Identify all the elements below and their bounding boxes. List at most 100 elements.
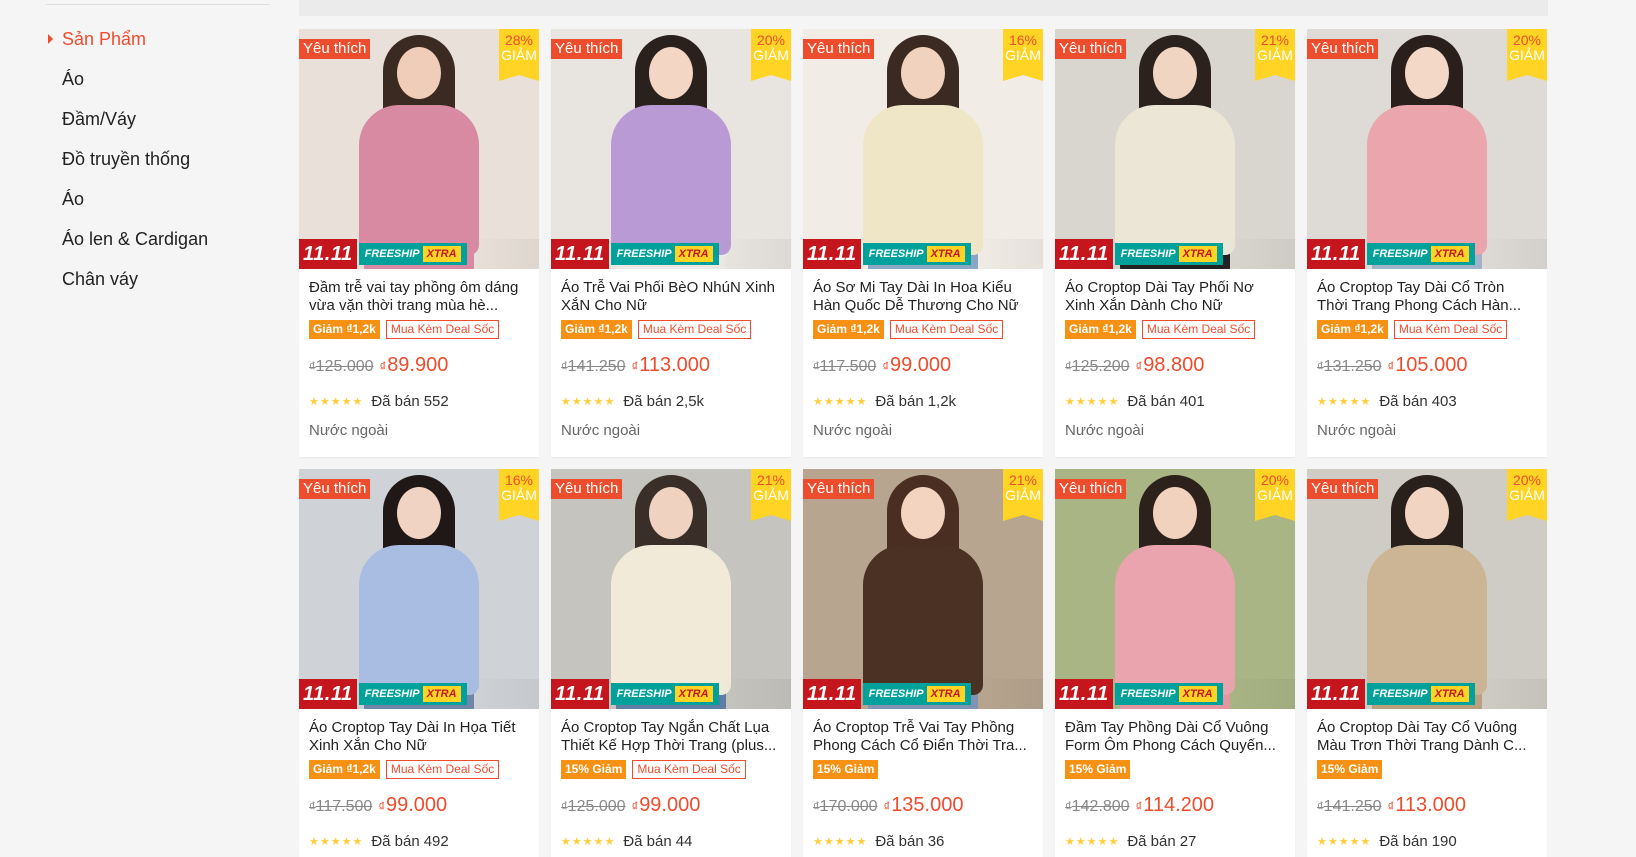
sidebar-item-1[interactable]: Áo	[46, 59, 276, 99]
freeship-label: FREESHIP	[868, 248, 924, 260]
sale-price-value: 113.000	[1395, 794, 1466, 816]
sale-price-value: 105.000	[1395, 354, 1468, 376]
promo-banner: 11.11 FREESHIP XTRA	[1307, 679, 1547, 709]
original-price-value: 125.000	[315, 358, 374, 375]
discount-badge: 20% GIẢM	[751, 29, 791, 81]
deal-tag: Mua Kèm Deal Sốc	[1393, 320, 1508, 339]
sold-count: 1,2k	[927, 392, 957, 410]
product-image[interactable]: Yêu thích 21% GIẢM 11.11 FREESHIP XTRA	[1055, 29, 1295, 269]
model-top	[863, 105, 983, 255]
product-info: Áo Croptop Tay Ngắn Chất Lụa Thiết Kế Hợ…	[551, 709, 791, 850]
product-tags: 15% Giảm	[813, 760, 1033, 780]
sort-bar	[299, 0, 1548, 16]
product-title[interactable]: Áo Croptop Dài Tay Phối Nơ Xinh Xắn Dành…	[1065, 279, 1285, 315]
favorite-badge: Yêu thích	[1307, 39, 1379, 59]
product-card[interactable]: Yêu thích 20% GIẢM 11.11 FREESHIP XTRA Áo Trễ …	[551, 29, 791, 457]
model-top	[1367, 105, 1487, 255]
product-card[interactable]: Yêu thích 20% GIẢM 11.11 FREESHIP XTRA Áo Crop…	[1307, 29, 1547, 457]
product-card[interactable]: Yêu thích 21% GIẢM 11.11 FREESHIP XTRA Áo Crop…	[551, 469, 791, 857]
product-image[interactable]: Yêu thích 16% GIẢM 11.11 FREESHIP XTRA	[803, 29, 1043, 269]
sold-label: Đã bán	[623, 392, 672, 410]
discount-badge: 16% GIẢM	[1003, 29, 1043, 81]
sidebar-item-5[interactable]: Áo len & Cardigan	[46, 219, 276, 259]
currency-symbol: ₫	[1317, 799, 1324, 814]
discount-badge: 20% GIẢM	[1507, 469, 1547, 521]
discount-label: GIẢM	[753, 47, 789, 63]
price-row: ₫131.250 ₫105.000	[1317, 354, 1537, 378]
product-tags: 15% Giảm	[1065, 760, 1285, 780]
rating-row: ★★★★★ Đã bán 401	[1065, 392, 1285, 410]
product-image[interactable]: Yêu thích 28% GIẢM 11.11 FREESHIP XTRA	[299, 29, 539, 269]
freeship-xtra-badge: FREESHIP XTRA	[358, 683, 467, 705]
sidebar-item-3[interactable]: Đồ truyền thống	[46, 139, 276, 179]
discount-percent: 21%	[1260, 32, 1290, 48]
sidebar-item-6[interactable]: Chân váy	[46, 259, 276, 299]
original-price: ₫131.250	[1317, 358, 1382, 376]
price-row: ₫117.500 ₫99.000	[309, 794, 529, 818]
product-image[interactable]: Yêu thích 20% GIẢM 11.11 FREESHIP XTRA	[1055, 469, 1295, 709]
xtra-label: XTRA	[1430, 686, 1469, 702]
freeship-label: FREESHIP	[1120, 248, 1176, 260]
model-face	[1405, 47, 1449, 99]
product-image[interactable]: Yêu thích 20% GIẢM 11.11 FREESHIP XTRA	[1307, 469, 1547, 709]
ship-origin: Nước ngoài	[1065, 422, 1145, 439]
sidebar-item-label: Đầm/Váy	[62, 108, 137, 129]
rating-row: ★★★★★ Đã bán 2,5k	[561, 392, 781, 410]
sidebar-item-label: Sản Phẩm	[62, 28, 147, 49]
product-card[interactable]: Yêu thích 21% GIẢM 11.11 FREESHIP XTRA Áo Crop…	[803, 469, 1043, 857]
product-title[interactable]: Áo Croptop Tay Dài Cổ Tròn Thời Trang Ph…	[1317, 279, 1537, 315]
product-title[interactable]: Áo Trễ Vai Phối BèO NhúN Xinh XắN Cho Nữ	[561, 279, 781, 315]
voucher-tag: Giảm ₫1,2k	[1317, 320, 1388, 339]
deal-tag: Mua Kèm Deal Sốc	[1141, 320, 1256, 339]
freeship-xtra-badge: FREESHIP XTRA	[358, 243, 467, 265]
product-image[interactable]: Yêu thích 16% GIẢM 11.11 FREESHIP XTRA	[299, 469, 539, 709]
model-face	[1405, 487, 1449, 539]
product-info: Đầm trễ vai tay phồng ôm dáng vừa vặn th…	[299, 269, 539, 439]
xtra-label: XTRA	[674, 246, 713, 262]
rating-row: ★★★★★ Đã bán 403	[1317, 392, 1537, 410]
sold-label: Đã bán	[1127, 832, 1176, 850]
promo-1111-label: 11.11	[551, 679, 609, 709]
product-title[interactable]: Áo Croptop Dài Tay Cổ Vuông Màu Trơn Thờ…	[1317, 719, 1537, 755]
product-image[interactable]: Yêu thích 21% GIẢM 11.11 FREESHIP XTRA	[551, 469, 791, 709]
product-card[interactable]: Yêu thích 16% GIẢM 11.11 FREESHIP XTRA Áo Sơ M…	[803, 29, 1043, 457]
xtra-label: XTRA	[926, 246, 965, 262]
model-face	[397, 47, 441, 99]
product-card[interactable]: Yêu thích 21% GIẢM 11.11 FREESHIP XTRA Áo Crop…	[1055, 29, 1295, 457]
product-title[interactable]: Áo Sơ Mi Tay Dài In Hoa Kiểu Hàn Quốc Dễ…	[813, 279, 1033, 315]
product-card[interactable]: Yêu thích 16% GIẢM 11.11 FREESHIP XTRA Áo Crop…	[299, 469, 539, 857]
price-row: ₫125.000 ₫89.900	[309, 354, 529, 378]
voucher-tag: Giảm ₫1,2k	[1065, 320, 1136, 339]
product-info: Áo Croptop Tay Dài In Họa Tiết Xinh Xắn …	[299, 709, 539, 850]
promo-spacer	[970, 679, 1043, 709]
product-title[interactable]: Đầm trễ vai tay phồng ôm dáng vừa vặn th…	[309, 279, 529, 315]
product-card[interactable]: Yêu thích 20% GIẢM 11.11 FREESHIP XTRA Đầm Tay…	[1055, 469, 1295, 857]
currency-symbol: ₫	[882, 359, 889, 374]
promo-1111-label: 11.11	[1307, 239, 1365, 269]
discount-badge: 16% GIẢM	[499, 469, 539, 521]
product-title[interactable]: Đầm Tay Phồng Dài Cổ Vuông Form Ôm Phong…	[1065, 719, 1285, 755]
product-image[interactable]: Yêu thích 21% GIẢM 11.11 FREESHIP XTRA	[803, 469, 1043, 709]
sidebar-item-label: Đồ truyền thống	[62, 148, 191, 169]
sidebar-item-4[interactable]: Áo	[46, 179, 276, 219]
star-rating-icon: ★★★★★	[1065, 835, 1120, 848]
product-image[interactable]: Yêu thích 20% GIẢM 11.11 FREESHIP XTRA	[1307, 29, 1547, 269]
price-row: ₫117.500 ₫99.000	[813, 354, 1033, 378]
product-image[interactable]: Yêu thích 20% GIẢM 11.11 FREESHIP XTRA	[551, 29, 791, 269]
sidebar-item-0[interactable]: Sản Phẩm	[46, 19, 276, 59]
product-title[interactable]: Áo Croptop Tay Dài In Họa Tiết Xinh Xắn …	[309, 719, 529, 755]
product-info: Đầm Tay Phồng Dài Cổ Vuông Form Ôm Phong…	[1055, 709, 1295, 850]
promo-1111-label: 11.11	[299, 679, 357, 709]
freeship-label: FREESHIP	[364, 688, 420, 700]
product-title[interactable]: Áo Croptop Trễ Vai Tay Phồng Phong Cách …	[813, 719, 1033, 755]
active-caret-icon	[48, 34, 53, 44]
product-title[interactable]: Áo Croptop Tay Ngắn Chất Lụa Thiết Kế Hợ…	[561, 719, 781, 755]
sidebar-item-2[interactable]: Đầm/Váy	[46, 99, 276, 139]
product-card[interactable]: Yêu thích 20% GIẢM 11.11 FREESHIP XTRA Áo Crop…	[1307, 469, 1547, 857]
star-rating-icon: ★★★★★	[1065, 395, 1120, 408]
product-card[interactable]: Yêu thích 28% GIẢM 11.11 FREESHIP XTRA Đầm trễ…	[299, 29, 539, 457]
star-rating-icon: ★★★★★	[1317, 395, 1372, 408]
freeship-xtra-badge: FREESHIP XTRA	[1114, 683, 1223, 705]
promo-spacer	[466, 679, 539, 709]
discount-badge: 21% GIẢM	[1003, 469, 1043, 521]
